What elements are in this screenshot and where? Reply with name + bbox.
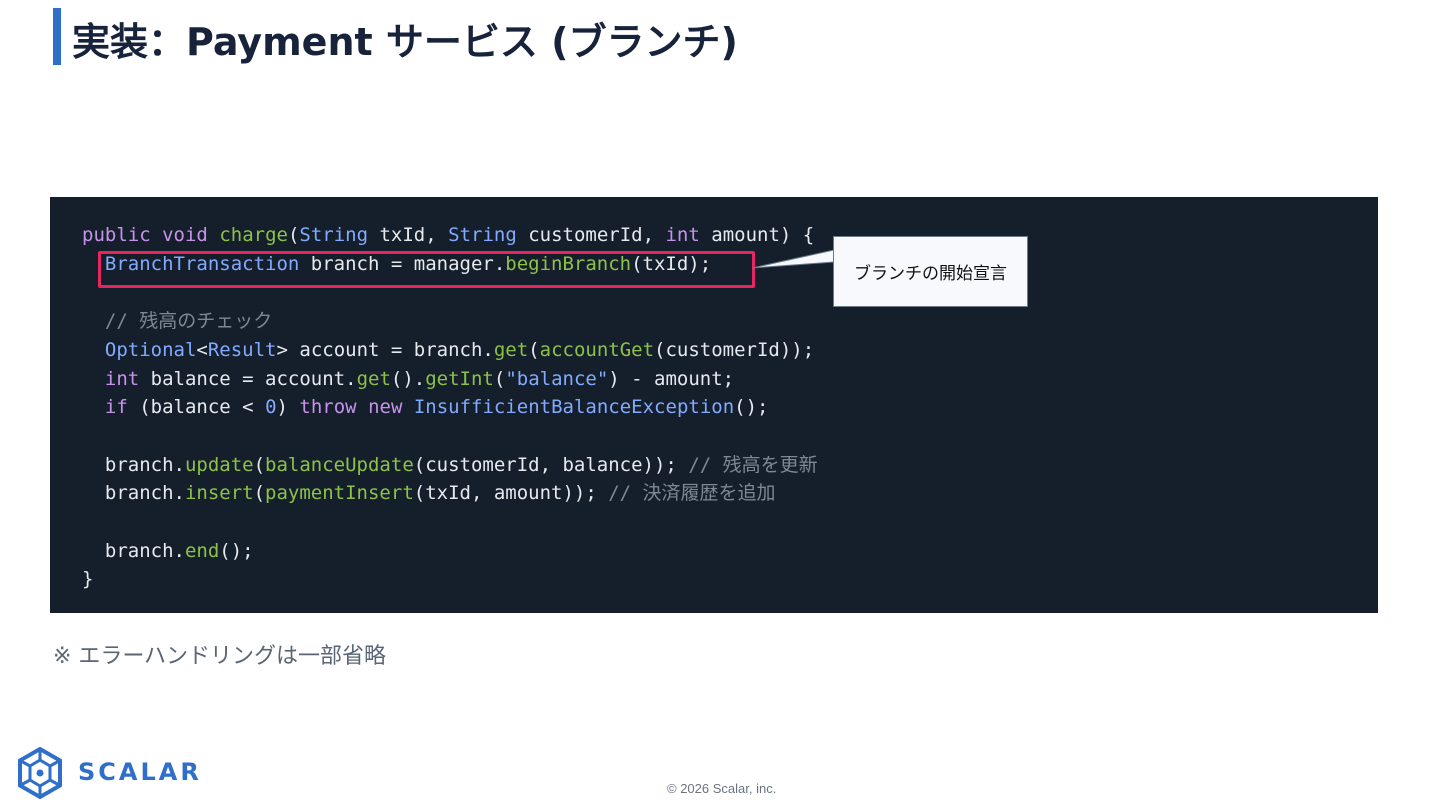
footnote: ※ エラーハンドリングは一部省略 [53, 644, 386, 669]
title-accent-bar [53, 8, 61, 65]
copyright-footer: © 2026 Scalar, inc. [667, 781, 777, 796]
page-title: 実装：Payment サービス (ブランチ) [72, 20, 738, 64]
scalar-hexagon-logo-icon [18, 747, 62, 799]
highlight-box [98, 251, 755, 288]
callout-label: ブランチの開始宣言 [833, 236, 1028, 307]
logo-wordmark: SCALAR [78, 758, 202, 786]
callout-text: ブランチの開始宣言 [854, 264, 1007, 284]
